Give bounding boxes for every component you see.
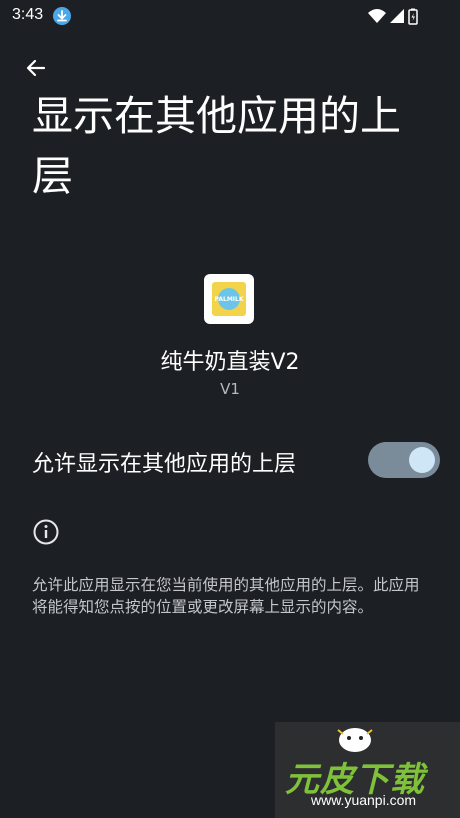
app-icon: PALMILK (204, 274, 254, 324)
battery-icon (408, 8, 418, 25)
permission-description: 允许此应用显示在您当前使用的其他应用的上层。此应用将能得知您点按的位置或更改屏幕… (32, 576, 420, 616)
status-icons (366, 6, 426, 26)
permission-row[interactable]: 允许显示在其他应用的上层 (0, 430, 460, 490)
status-time: 3:43 (12, 6, 44, 23)
permission-label: 允许显示在其他应用的上层 (32, 452, 297, 477)
signal-icon (390, 9, 404, 23)
toggle-thumb (409, 447, 435, 473)
wifi-icon (368, 9, 386, 23)
page-title: 显示在其他应用的上层 (32, 92, 401, 200)
watermark-url: www.yuanpi.com (311, 792, 417, 808)
permission-toggle[interactable] (368, 442, 440, 478)
status-bar: 3:43 (0, 0, 460, 32)
download-icon (52, 6, 72, 26)
app-version: V1 (220, 380, 240, 398)
arrow-left-icon (26, 59, 46, 77)
mascot-icon (337, 728, 373, 752)
info-icon (32, 518, 60, 546)
app-icon-text: PALMILK (215, 288, 244, 310)
app-name: 纯牛奶直装V2 (160, 350, 300, 375)
app-icon-image: PALMILK (212, 282, 246, 316)
back-button[interactable] (16, 48, 56, 88)
watermark: 元皮下载 www.yuanpi.com (275, 722, 460, 818)
